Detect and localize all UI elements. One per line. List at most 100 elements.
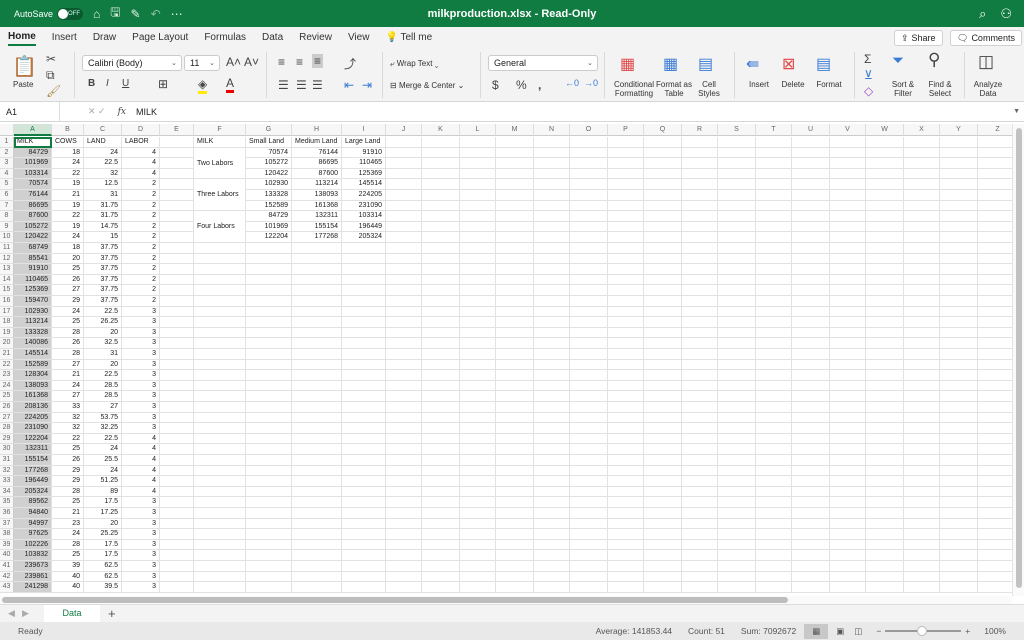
column-header[interactable]: X — [904, 124, 940, 136]
cell[interactable] — [644, 550, 682, 561]
cell[interactable] — [682, 349, 718, 360]
cell[interactable] — [792, 285, 830, 296]
cell[interactable] — [644, 327, 682, 339]
cell[interactable] — [496, 465, 534, 477]
cell[interactable] — [866, 370, 904, 381]
cell[interactable] — [608, 285, 644, 296]
cell[interactable]: 28 — [52, 486, 84, 498]
cell[interactable] — [342, 285, 386, 296]
cell[interactable] — [682, 359, 718, 371]
cell[interactable]: 239861 — [14, 571, 52, 583]
column-header[interactable]: Y — [940, 124, 978, 136]
cell[interactable] — [644, 168, 682, 180]
share-people-icon[interactable]: ⚇ — [1000, 6, 1012, 22]
cell[interactable] — [570, 338, 608, 349]
name-box[interactable]: A1 — [0, 102, 60, 121]
cell[interactable] — [460, 274, 496, 286]
cell[interactable] — [718, 327, 756, 339]
cell[interactable]: 37.75 — [84, 296, 122, 307]
cell[interactable] — [534, 465, 570, 477]
pivot-cell[interactable]: MILK — [194, 137, 246, 148]
cell[interactable] — [496, 327, 534, 339]
cell[interactable] — [194, 582, 246, 593]
cell[interactable] — [422, 190, 460, 201]
cell[interactable] — [792, 349, 830, 360]
comments-button[interactable]: 🗨 Comments — [950, 30, 1022, 46]
row-header[interactable]: 11 — [0, 243, 14, 254]
cell[interactable] — [160, 190, 194, 201]
cell[interactable] — [904, 561, 940, 572]
conditional-formatting-icon[interactable]: ▦ — [620, 54, 635, 74]
cell[interactable] — [496, 232, 534, 243]
cancel-icon[interactable]: ✕ ✓ — [88, 106, 106, 117]
fill-color-icon[interactable]: ◈ — [198, 77, 208, 94]
cell[interactable] — [160, 147, 194, 159]
cell[interactable] — [570, 317, 608, 328]
delete-cells-icon[interactable]: ⊠ — [782, 54, 795, 74]
cell[interactable] — [718, 168, 756, 180]
cell[interactable] — [160, 486, 194, 498]
cell[interactable]: 24 — [52, 380, 84, 392]
cell[interactable]: 40 — [52, 571, 84, 583]
cell[interactable] — [386, 444, 422, 455]
cell[interactable] — [830, 221, 866, 233]
cell[interactable] — [246, 550, 292, 561]
cell[interactable]: 24 — [52, 529, 84, 540]
cell[interactable] — [496, 338, 534, 349]
cell[interactable] — [194, 539, 246, 551]
cell[interactable] — [570, 168, 608, 180]
cell[interactable] — [160, 508, 194, 519]
cell[interactable] — [866, 380, 904, 392]
cell[interactable] — [940, 455, 978, 466]
cell[interactable] — [386, 465, 422, 477]
cell[interactable]: 17.5 — [84, 539, 122, 551]
cell[interactable] — [496, 359, 534, 371]
cell[interactable] — [460, 285, 496, 296]
cell[interactable] — [570, 571, 608, 583]
row-header[interactable]: 6 — [0, 190, 14, 201]
cell[interactable] — [160, 243, 194, 254]
autosave[interactable]: AutoSave OFF — [14, 7, 84, 20]
cell[interactable] — [608, 433, 644, 445]
cell[interactable] — [570, 370, 608, 381]
cell[interactable] — [866, 137, 904, 148]
cell[interactable] — [792, 274, 830, 286]
cell[interactable] — [194, 455, 246, 466]
format-as-table-button[interactable]: Format as Table — [656, 80, 692, 98]
cell[interactable] — [792, 486, 830, 498]
cell[interactable]: 155154 — [14, 455, 52, 466]
cell[interactable] — [570, 391, 608, 402]
cell[interactable] — [756, 179, 792, 190]
cell[interactable] — [194, 296, 246, 307]
cell[interactable] — [534, 359, 570, 371]
cell[interactable] — [792, 550, 830, 561]
cell[interactable] — [342, 306, 386, 318]
cell[interactable] — [342, 349, 386, 360]
cell[interactable] — [460, 539, 496, 551]
cell[interactable] — [246, 497, 292, 508]
cell[interactable]: 4 — [122, 444, 160, 455]
cell[interactable]: 2 — [122, 200, 160, 212]
row-header[interactable]: 40 — [0, 550, 14, 561]
cell[interactable] — [940, 582, 978, 593]
cell[interactable] — [570, 476, 608, 487]
cell[interactable] — [342, 444, 386, 455]
cell[interactable] — [496, 476, 534, 487]
cell[interactable] — [570, 211, 608, 222]
cell[interactable] — [756, 550, 792, 561]
cell[interactable] — [246, 274, 292, 286]
cell[interactable]: 27 — [84, 402, 122, 413]
cell[interactable] — [644, 391, 682, 402]
zoom-in-icon[interactable]: + — [965, 626, 970, 636]
cell[interactable] — [608, 571, 644, 583]
cell[interactable] — [386, 433, 422, 445]
cell[interactable] — [534, 179, 570, 190]
cell[interactable]: 28.5 — [84, 380, 122, 392]
cell[interactable] — [644, 253, 682, 265]
cell[interactable] — [830, 264, 866, 275]
cell[interactable] — [978, 338, 1012, 349]
cell[interactable] — [940, 168, 978, 180]
cell[interactable] — [534, 455, 570, 466]
cell[interactable]: 3 — [122, 349, 160, 360]
cell[interactable] — [160, 550, 194, 561]
